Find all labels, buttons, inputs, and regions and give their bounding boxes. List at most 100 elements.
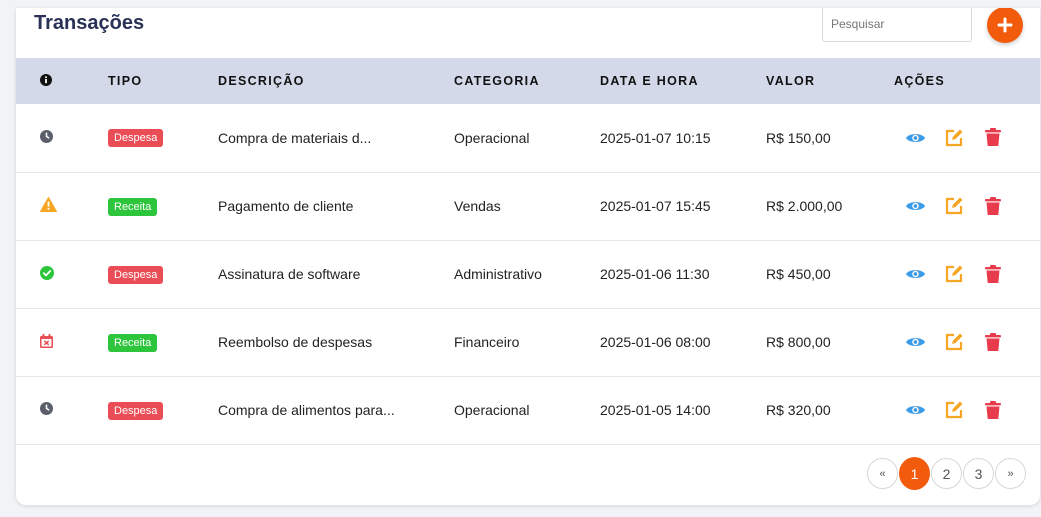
column-valor: VALOR: [766, 74, 816, 88]
page-title: Transações: [34, 12, 145, 34]
tipo-cell: Despesa: [108, 376, 218, 444]
table-row: Despesa Assinatura de software Administr…: [16, 240, 1040, 308]
eye-icon: [905, 338, 925, 346]
tipo-cell: Despesa: [108, 240, 218, 308]
descricao-cell: Compra de alimentos para...: [218, 402, 395, 418]
type-badge: Receita: [108, 333, 158, 352]
pagination-prev-button[interactable]: «: [867, 458, 898, 489]
trash-icon: [985, 264, 1001, 283]
valor-cell: R$ 450,00: [766, 266, 831, 282]
valor-cell: R$ 2.000,00: [766, 198, 843, 214]
categoria-cell: Operacional: [454, 129, 530, 146]
delete-button[interactable]: [980, 397, 1006, 423]
column-acoes: AÇÕES: [894, 74, 945, 88]
check-circle-icon: [40, 265, 54, 280]
categoria-cell: Administrativo: [454, 266, 542, 282]
descricao-cell: Reembolso de despesas: [218, 334, 373, 350]
status-cell: [16, 376, 108, 444]
valor-cell: R$ 320,00: [766, 402, 831, 418]
status-cell: [16, 172, 108, 240]
tipo-cell: Receita: [108, 172, 218, 240]
info-icon: [40, 73, 52, 86]
edit-button[interactable]: [941, 261, 967, 287]
edit-icon: [945, 333, 963, 351]
edit-icon: [945, 197, 963, 215]
status-cell: [16, 240, 108, 308]
column-categoria: CATEGORIA: [454, 74, 540, 88]
table-row: Receita Pagamento de cliente Vendas 2025…: [16, 172, 1040, 240]
card-header: Transações: [16, 8, 1040, 58]
delete-button[interactable]: [980, 329, 1006, 355]
type-badge: Receita: [108, 197, 158, 216]
categoria-cell: Vendas: [454, 198, 501, 214]
actions-cell: [894, 240, 1040, 308]
column-tipo: TIPO: [108, 74, 143, 88]
view-button[interactable]: [902, 125, 928, 151]
actions-cell: [894, 376, 1040, 444]
table-header-row: TIPO DESCRIÇÃO CATEGORIA DATA E HORA VAL…: [16, 58, 1040, 104]
search-input[interactable]: [822, 8, 972, 42]
view-button[interactable]: [902, 261, 928, 287]
transactions-table: TIPO DESCRIÇÃO CATEGORIA DATA E HORA VAL…: [16, 58, 1040, 445]
view-button[interactable]: [902, 329, 928, 355]
warning-icon: [40, 197, 57, 212]
trash-icon: [985, 400, 1001, 419]
type-badge: Despesa: [108, 265, 164, 284]
calendar-x-icon: [40, 333, 53, 348]
descricao-cell: Pagamento de cliente: [218, 198, 354, 214]
eye-icon: [905, 270, 925, 278]
table-row: Despesa Compra de alimentos para... Oper…: [16, 376, 1040, 444]
pagination-page-3[interactable]: 3: [963, 458, 994, 489]
transactions-card: Transações TIPO DESCRIÇÃO CATEGORIA DATA…: [16, 8, 1040, 505]
valor-cell: R$ 150,00: [766, 129, 831, 146]
column-data-hora: DATA E HORA: [600, 74, 699, 88]
edit-button[interactable]: [941, 397, 967, 423]
edit-button[interactable]: [941, 329, 967, 355]
column-status: [16, 58, 108, 104]
trash-icon: [985, 196, 1001, 215]
data-hora-cell: 2025-01-05 14:00: [600, 402, 711, 418]
tipo-cell: Receita: [108, 308, 218, 376]
actions-cell: [894, 104, 1040, 172]
type-badge: Despesa: [108, 129, 164, 148]
add-transaction-button[interactable]: [987, 8, 1023, 43]
status-cell: [16, 308, 108, 376]
trash-icon: [985, 332, 1001, 351]
valor-cell: R$ 800,00: [766, 334, 831, 350]
clock-icon: [40, 402, 53, 415]
descricao-cell: Compra de materiais d...: [218, 129, 372, 146]
clock-icon: [40, 129, 53, 143]
trash-icon: [985, 128, 1001, 147]
categoria-cell: Financeiro: [454, 334, 520, 350]
delete-button[interactable]: [980, 125, 1006, 151]
pagination-next-button[interactable]: »: [995, 458, 1026, 489]
actions-cell: [894, 308, 1040, 376]
pagination-page-1[interactable]: 1: [899, 457, 930, 490]
delete-button[interactable]: [980, 261, 1006, 287]
edit-icon: [945, 265, 963, 283]
view-button[interactable]: [902, 397, 928, 423]
edit-button[interactable]: [941, 193, 967, 219]
tipo-cell: Despesa: [108, 104, 218, 172]
delete-button[interactable]: [980, 193, 1006, 219]
data-hora-cell: 2025-01-06 11:30: [600, 266, 710, 282]
edit-button[interactable]: [941, 125, 967, 151]
edit-icon: [945, 401, 963, 419]
view-button[interactable]: [902, 193, 928, 219]
eye-icon: [905, 202, 925, 210]
pagination: « 1 2 3 »: [867, 457, 1026, 490]
status-cell: [16, 104, 108, 172]
pagination-page-2[interactable]: 2: [931, 458, 962, 489]
edit-icon: [945, 129, 963, 146]
eye-icon: [905, 133, 925, 142]
data-hora-cell: 2025-01-07 15:45: [600, 198, 711, 214]
data-hora-cell: 2025-01-06 08:00: [600, 334, 711, 350]
descricao-cell: Assinatura de software: [218, 266, 361, 282]
type-badge: Despesa: [108, 401, 164, 420]
data-hora-cell: 2025-01-07 10:15: [600, 129, 711, 146]
categoria-cell: Operacional: [454, 402, 530, 418]
column-descricao: DESCRIÇÃO: [218, 74, 305, 88]
table-row: Despesa Compra de materiais d... Operaci…: [16, 104, 1040, 172]
table-row: Receita Reembolso de despesas Financeiro…: [16, 308, 1040, 376]
eye-icon: [905, 406, 925, 414]
